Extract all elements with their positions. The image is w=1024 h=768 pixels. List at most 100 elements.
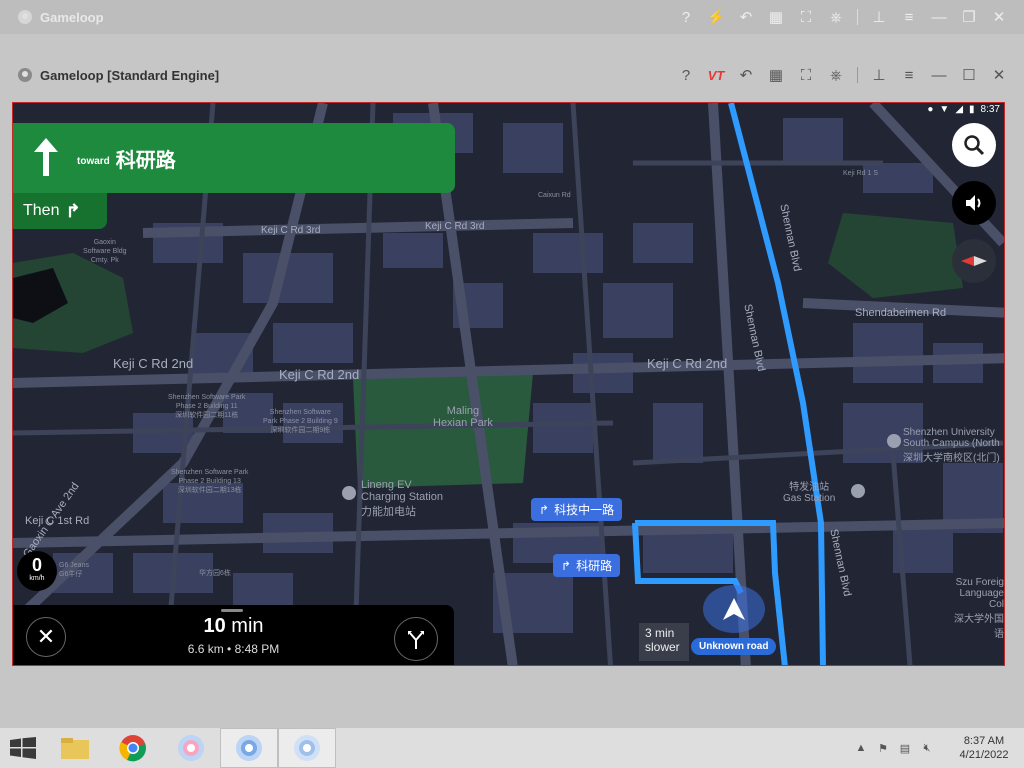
minimize-button[interactable]: — — [924, 60, 954, 90]
map-label: 特发油站 Gas Station — [783, 482, 836, 504]
then-label: Then — [23, 202, 60, 219]
boost-icon[interactable]: ⚡ — [701, 2, 731, 32]
restore-button[interactable]: ❐ — [954, 2, 984, 32]
keymap-icon[interactable]: ▦ — [761, 2, 791, 32]
gameloop-icon — [294, 735, 320, 761]
steering-icon[interactable]: ⎈ — [821, 60, 851, 90]
flag-icon[interactable]: ⚑ — [872, 742, 894, 755]
sound-button[interactable] — [952, 181, 996, 225]
clock-time: 8:37 AM — [963, 735, 1005, 747]
street-chip-label: 科研路 — [576, 559, 613, 573]
maling-park-area — [353, 373, 533, 488]
slower-time: 3 min — [645, 626, 675, 640]
menu-icon[interactable]: ≡ — [894, 60, 924, 90]
alternate-routes-button[interactable] — [394, 617, 438, 661]
chevron-up-icon[interactable]: ▲ — [850, 742, 872, 754]
speaker-icon — [966, 195, 981, 211]
window-titlebar: Gameloop [Standard Engine] ? VT ↶ ▦ ⛶ ⎈ … — [0, 58, 1024, 92]
help-icon[interactable]: ? — [671, 2, 701, 32]
gameloop-task[interactable] — [162, 728, 220, 768]
street-chip[interactable]: ↱ 科研路 — [553, 554, 621, 577]
window-title: Gameloop [Standard Engine] — [40, 67, 220, 83]
map-label: Keji C Rd 3rd — [425, 221, 485, 232]
start-button[interactable] — [0, 728, 46, 768]
map-label: Lineng EV Charging Station 力能加电站 — [361, 479, 443, 518]
back-icon[interactable]: ↶ — [731, 2, 761, 32]
navigation-arrow-icon — [723, 598, 745, 620]
eta-unit: min — [231, 615, 264, 637]
map-label: Keji Rd 1 S — [843, 170, 879, 177]
background-window-titlebar: Gameloop ? ⚡ ↶ ▦ ⛶ ⎈ ⊥ ≡ — ❐ ✕ — [0, 0, 1024, 34]
alternate-route-callout[interactable]: 3 min slower — [639, 623, 689, 661]
vt-button[interactable]: VT — [701, 60, 731, 90]
background-window-title: Gameloop — [40, 9, 104, 25]
network-icon[interactable]: ▤ — [894, 742, 916, 755]
fullscreen-icon[interactable]: ⛶ — [791, 60, 821, 90]
gameloop-icon — [178, 735, 204, 761]
map-label: Shenzhen Software Park Phase 2 Building … — [168, 394, 246, 419]
steering-icon[interactable]: ⎈ — [821, 2, 851, 32]
route-fork-icon — [408, 631, 424, 649]
eta-arrival: 8:48 PM — [234, 642, 280, 656]
gameloop-logo-icon — [18, 10, 32, 24]
battery-icon: ▮ — [969, 103, 975, 115]
folder-icon — [61, 738, 89, 759]
gameloop-task[interactable] — [220, 728, 278, 768]
system-tray: ▲ ⚑ ▤ 🔇︎ 8:37 AM 4/21/2022 — [850, 728, 1024, 768]
clock-date: 4/21/2022 — [959, 749, 1009, 761]
chrome-task[interactable] — [104, 728, 162, 768]
search-button[interactable] — [952, 123, 996, 167]
android-statusbar: ● ▼ ◢ ▮ 8:37 — [927, 103, 1000, 115]
taskbar-clock[interactable]: 8:37 AM 4/21/2022 — [944, 734, 1024, 762]
map-label: 华方园6栋 — [199, 570, 231, 577]
pin-icon[interactable]: ⊥ — [864, 2, 894, 32]
street-chip-label: 科技中一路 — [554, 503, 615, 517]
menu-icon[interactable]: ≡ — [894, 2, 924, 32]
map-label: Szu Foreig Language Col 深大学外国语 — [954, 577, 1004, 640]
speed-unit: km/h — [29, 575, 45, 582]
eta-distance: 6.6 km — [187, 642, 224, 656]
status-time: 8:37 — [980, 103, 1000, 115]
gameloop-logo-icon — [18, 68, 32, 82]
file-explorer-task[interactable] — [46, 728, 104, 768]
minimize-button[interactable]: — — [924, 2, 954, 32]
charging-station-marker[interactable] — [342, 486, 356, 500]
volume-muted-icon[interactable]: 🔇︎ — [916, 742, 938, 755]
map-label: Shenzhen Software Park Phase 2 Building … — [171, 469, 249, 494]
windows-taskbar: ▲ ⚑ ▤ 🔇︎ 8:37 AM 4/21/2022 — [0, 728, 1024, 768]
map-label: Shendabeimen Rd — [855, 307, 947, 319]
compass-icon — [961, 256, 987, 266]
university-marker[interactable] — [887, 434, 901, 448]
eta-minutes: 10 — [203, 615, 226, 637]
back-icon[interactable]: ↶ — [731, 60, 761, 90]
gas-station-marker[interactable] — [851, 484, 865, 498]
then-instruction-card[interactable]: Then ↱ — [13, 193, 107, 229]
next-street-name: 科研路 — [115, 149, 176, 172]
turn-instruction-card[interactable]: toward 科研路 — [13, 123, 455, 193]
search-icon — [964, 135, 985, 156]
turn-right-icon: ↱ — [65, 200, 81, 221]
slower-label: slower — [645, 640, 680, 654]
close-window-button[interactable]: ✕ — [984, 60, 1014, 90]
street-chip[interactable]: ↱ 科技中一路 — [531, 498, 623, 521]
turn-right-icon: ↱ — [561, 558, 572, 573]
turn-right-icon: ↱ — [539, 502, 550, 517]
pin-icon[interactable]: ⊥ — [864, 60, 894, 90]
drag-handle[interactable] — [221, 609, 243, 612]
gameloop-task[interactable] — [278, 728, 336, 768]
compass-button[interactable] — [952, 239, 996, 283]
emulator-screen[interactable]: Keji C Rd 2nd Keji C Rd 2nd Keji C Rd 2n… — [12, 102, 1005, 666]
map-label: Keji C Rd 2nd — [279, 367, 360, 382]
maximize-button[interactable]: ☐ — [954, 60, 984, 90]
close-window-button[interactable]: ✕ — [984, 2, 1014, 32]
straight-arrow-icon — [31, 138, 61, 178]
trip-summary-bar[interactable]: ✕ 10 min 6.6 km • 8:48 PM — [13, 605, 454, 665]
map-label: Keji C Rd 2nd — [113, 356, 194, 371]
fullscreen-icon[interactable]: ⛶ — [791, 2, 821, 32]
map-label: G6 Jeans G6牛仔 — [59, 562, 89, 578]
help-icon[interactable]: ? — [671, 60, 701, 90]
windows-logo-icon — [10, 737, 36, 759]
location-icon: ● — [927, 103, 934, 115]
map-label: Gaoxin Software Bldg Cmty. Pk — [83, 239, 127, 264]
keymap-icon[interactable]: ▦ — [761, 60, 791, 90]
